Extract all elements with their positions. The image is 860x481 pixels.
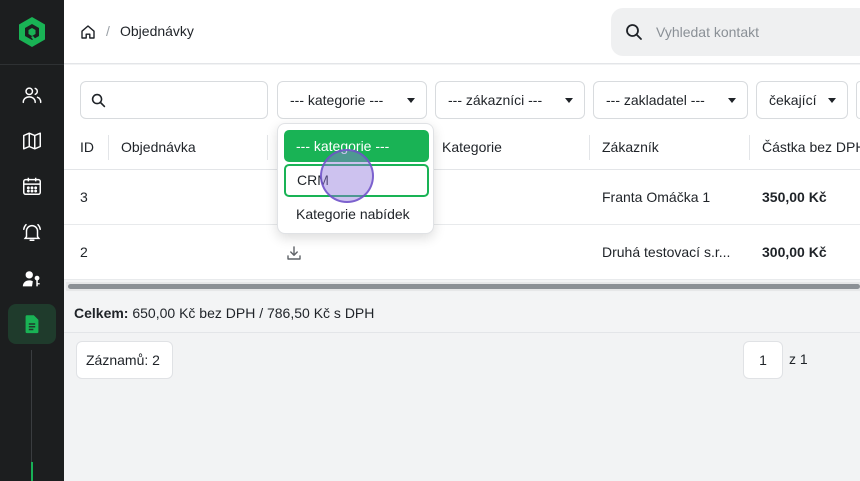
map-icon: [23, 132, 41, 150]
table-header: ID Objednávka Kategorie Zákazník Částka …: [64, 125, 860, 170]
home-icon[interactable]: [80, 24, 96, 40]
bell-icon: [23, 223, 41, 241]
founder-select[interactable]: --- zakladatel ---: [593, 81, 748, 119]
customers-select[interactable]: --- zákazníci ---: [435, 81, 585, 119]
sidebar: [0, 0, 64, 481]
sidebar-item-calendar[interactable]: [8, 166, 56, 206]
customers-select-value: --- zákazníci ---: [448, 92, 543, 108]
breadcrumb-current: Objednávky: [120, 23, 194, 39]
user-key-icon: [22, 271, 40, 287]
sidebar-item-orders[interactable]: [8, 304, 56, 344]
chevron-down-icon: [407, 98, 415, 103]
download-icon[interactable]: [286, 245, 302, 261]
totals-label: Celkem:: [74, 305, 129, 321]
column-divider: [589, 135, 590, 160]
totals-text: Celkem: 650,00 Kč bez DPH / 786,50 Kč s …: [74, 305, 374, 321]
founder-select-value: --- zakladatel ---: [606, 92, 705, 108]
sidebar-item-notifications[interactable]: [8, 212, 56, 252]
cell-amount: 350,00 Kč: [762, 189, 827, 205]
orders-table: ID Objednávka Kategorie Zákazník Částka …: [64, 125, 860, 280]
sidebar-track-indicator: [31, 462, 33, 481]
page-total: z 1: [789, 351, 808, 367]
search-icon: [626, 24, 642, 40]
contact-search[interactable]: Vyhledat kontakt: [611, 8, 860, 56]
column-divider: [749, 135, 750, 160]
sidebar-item-map[interactable]: [8, 121, 56, 161]
calendar-icon: [23, 177, 41, 195]
category-select[interactable]: --- kategorie ---: [277, 81, 427, 119]
column-divider: [108, 135, 109, 160]
filter-bar: --- kategorie --- --- zákazníci --- --- …: [64, 65, 860, 125]
users-icon: [22, 87, 42, 104]
top-header: / Objednávky Vyhledat kontakt: [64, 0, 860, 64]
cell-customer: Franta Omáčka 1: [602, 189, 711, 205]
status-select-value: čekající: [769, 92, 817, 108]
cell-customer: Druhá testovací s.r...: [602, 244, 731, 260]
column-header-order[interactable]: Objednávka: [121, 125, 196, 170]
chevron-down-icon: [565, 98, 573, 103]
sidebar-item-contacts[interactable]: [8, 75, 56, 115]
column-header-amount[interactable]: Částka bez DPH: [762, 125, 860, 170]
category-select-value: --- kategorie ---: [290, 92, 384, 108]
dropdown-option-offer-categories[interactable]: Kategorie nabídek: [284, 198, 429, 230]
more-filter-select[interactable]: [856, 81, 860, 119]
column-header-customer[interactable]: Zákazník: [602, 125, 659, 170]
order-search-input[interactable]: [80, 81, 268, 119]
column-divider: [267, 135, 268, 160]
sidebar-divider: [0, 64, 64, 65]
table-row[interactable]: 3 Franta Omáčka 1 350,00 Kč: [64, 170, 860, 225]
horizontal-scrollbar[interactable]: [66, 282, 860, 291]
breadcrumb-separator: /: [106, 23, 110, 39]
status-select[interactable]: čekající: [756, 81, 848, 119]
totals-value: 650,00 Kč bez DPH / 786,50 Kč s DPH: [132, 305, 375, 321]
page-number-input[interactable]: 1: [743, 341, 783, 379]
cell-id: 3: [80, 189, 88, 205]
cell-amount: 300,00 Kč: [762, 244, 827, 260]
records-count: Záznamů: 2: [76, 341, 173, 379]
cell-id: 2: [80, 244, 88, 260]
search-icon: [91, 93, 106, 108]
chevron-down-icon: [828, 98, 836, 103]
document-icon: [25, 315, 39, 334]
column-header-id[interactable]: ID: [80, 125, 94, 170]
column-header-category[interactable]: Kategorie: [442, 125, 502, 170]
table-row[interactable]: 2 Druhá testovací s.r... 300,00 Kč: [64, 225, 860, 280]
chevron-down-icon: [728, 98, 736, 103]
click-indicator: [320, 149, 374, 203]
app-logo[interactable]: [16, 16, 48, 48]
contact-search-placeholder: Vyhledat kontakt: [656, 24, 759, 40]
sidebar-item-user-access[interactable]: [8, 259, 56, 299]
scrollbar-thumb[interactable]: [68, 284, 860, 289]
totals-summary: Celkem: 650,00 Kč bez DPH / 786,50 Kč s …: [64, 292, 860, 333]
